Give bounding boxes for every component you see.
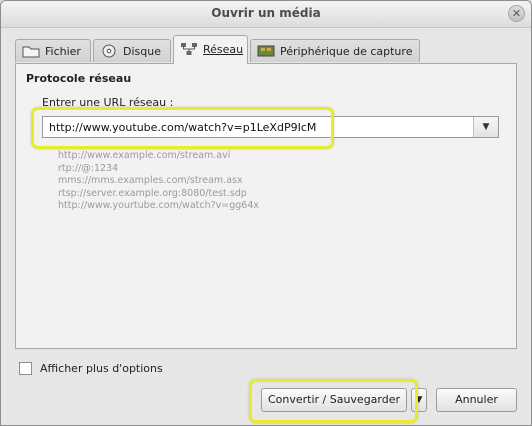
tab-reseau[interactable]: Réseau bbox=[173, 35, 248, 64]
open-media-dialog: Ouvrir un média ✕ Fichier Disque Réseau … bbox=[0, 0, 532, 426]
tab-peripherique-capture[interactable]: Périphérique de capture bbox=[250, 39, 420, 62]
tab-disque[interactable]: Disque bbox=[93, 39, 171, 62]
title-bar: Ouvrir un média ✕ bbox=[1, 1, 531, 28]
url-highlight-marker bbox=[31, 107, 334, 149]
network-panel: Protocole réseau Entrer une URL réseau :… bbox=[15, 63, 517, 349]
network-icon bbox=[180, 42, 198, 56]
folder-icon bbox=[22, 44, 40, 58]
example-url: mms://mms.examples.com/stream.asx bbox=[58, 175, 243, 186]
window-title: Ouvrir un média bbox=[211, 6, 321, 20]
chevron-down-icon[interactable]: ▼ bbox=[473, 117, 498, 137]
section-title: Protocole réseau bbox=[26, 72, 132, 85]
example-url: http://www.example.com/stream.avi bbox=[58, 150, 231, 161]
tab-label: Disque bbox=[123, 45, 161, 58]
convert-highlight-marker bbox=[249, 379, 418, 423]
cancel-button[interactable]: Annuler bbox=[436, 388, 517, 412]
capture-device-icon bbox=[257, 44, 275, 58]
more-options-checkbox[interactable] bbox=[19, 362, 32, 375]
tab-label: Réseau bbox=[203, 43, 244, 56]
tab-label: Périphérique de capture bbox=[280, 45, 413, 58]
example-url: http://www.yourtube.com/watch?v=gg64x bbox=[58, 200, 260, 211]
url-examples: http://www.example.com/stream.avi rtp://… bbox=[58, 150, 259, 213]
tab-label: Fichier bbox=[45, 45, 81, 58]
example-url: rtp://@:1234 bbox=[58, 162, 119, 174]
more-options-label: Afficher plus d'options bbox=[40, 362, 163, 375]
disc-icon bbox=[100, 44, 118, 58]
example-url: rtsp://server.example.org:8080/test.sdp bbox=[58, 187, 247, 199]
tab-fichier[interactable]: Fichier bbox=[15, 39, 91, 62]
close-icon[interactable]: ✕ bbox=[508, 5, 525, 22]
more-options-toggle[interactable]: Afficher plus d'options bbox=[19, 362, 163, 375]
